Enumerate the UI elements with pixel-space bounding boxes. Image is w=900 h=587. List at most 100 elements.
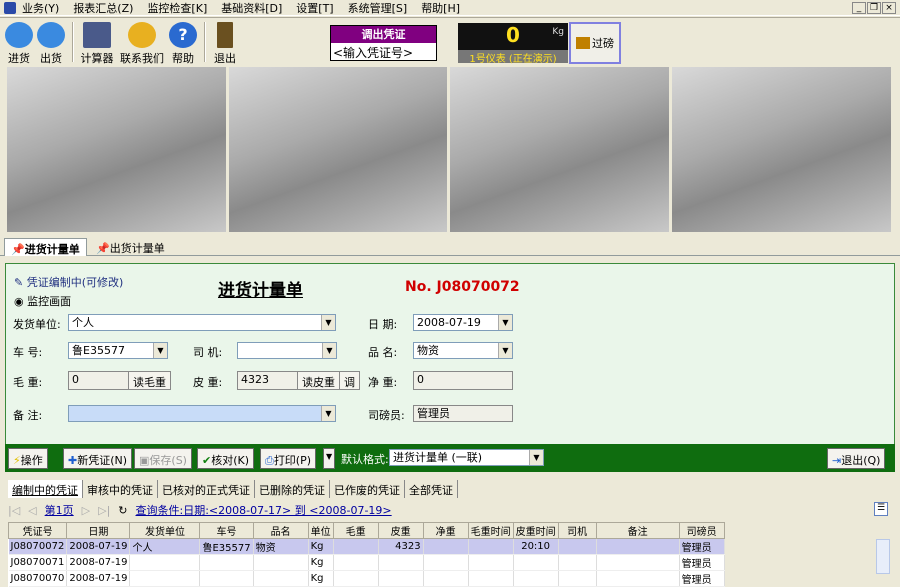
column-header[interactable]: 备注 — [595, 522, 680, 539]
exit-form-button[interactable]: ⇥退出(Q) — [827, 448, 886, 469]
table-scrollbar[interactable] — [876, 539, 890, 574]
table-cell: 鲁E35577 — [199, 538, 254, 555]
help-button[interactable]: ? 帮助 — [164, 22, 202, 66]
column-header[interactable]: 日期 — [66, 522, 131, 539]
monitor-link[interactable]: ◉ 监控画面 — [14, 293, 71, 309]
column-header[interactable]: 司机 — [557, 522, 597, 539]
print-button[interactable]: ⎙打印(P) — [260, 448, 317, 469]
calculator-button[interactable]: 计算器 — [77, 22, 117, 66]
menu-business[interactable]: 业务(Y) — [22, 0, 59, 16]
table-row[interactable]: J08070071 2008-07-19 Kg 管理员 — [8, 554, 725, 571]
supplier-select[interactable]: 个人 ▼ — [68, 314, 336, 331]
column-header[interactable]: 净重 — [422, 522, 469, 539]
tab-inbound-label: 进货计量单 — [24, 243, 80, 256]
exit-button[interactable]: 退出 — [206, 22, 244, 66]
table-header: 凭证号 日期 发货单位 车号 品名 单位 毛重 皮重 净重 毛重时间 皮重时间 司机 备注 司磅员 — [7, 522, 725, 539]
column-header[interactable]: 凭证号 — [7, 522, 68, 539]
tab-reviewing[interactable]: 审核中的凭证 — [83, 480, 158, 498]
tab-all[interactable]: 全部凭证 — [405, 480, 458, 498]
menu-system[interactable]: 系统管理[S] — [348, 0, 408, 16]
column-header[interactable]: 品名 — [252, 522, 309, 539]
camera-view-3[interactable] — [450, 67, 669, 232]
read-tare-button[interactable]: 读皮重 — [297, 371, 340, 390]
table-cell — [558, 554, 597, 571]
camera-view-1[interactable] — [7, 67, 226, 232]
close-button[interactable]: × — [882, 2, 896, 14]
table-cell — [513, 570, 559, 587]
table-cell: 2008-07-19 — [66, 554, 131, 571]
query-condition-link[interactable]: 查询条件:日期:<2008-07-17> 到 <2008-07-19> — [136, 502, 392, 518]
plate-label: 车 号: — [13, 346, 43, 359]
column-header[interactable]: 毛重 — [332, 522, 379, 539]
restore-button[interactable]: ❐ — [867, 2, 881, 14]
voucher-lookup-title: 调出凭证 — [331, 26, 436, 43]
new-voucher-label: 新凭证(N) — [77, 454, 128, 467]
tab-voided[interactable]: 已作废的凭证 — [330, 480, 405, 498]
voucher-number-input[interactable]: <输入凭证号> — [331, 43, 436, 62]
print-label: 打印(P) — [273, 454, 312, 467]
table-cell — [468, 538, 514, 555]
column-header[interactable]: 发货单位 — [129, 522, 201, 539]
format-value: 进货计量单 (一联) — [393, 451, 483, 464]
adjust-button[interactable]: 调 — [339, 371, 360, 390]
save-button[interactable]: ▣保存(S) — [134, 448, 192, 469]
table-cell: 20:10 — [513, 538, 559, 555]
table-cell — [596, 570, 680, 587]
first-page-icon[interactable]: |◁ — [8, 504, 20, 517]
tab-inbound[interactable]: 📌进货计量单 — [4, 238, 87, 256]
menu-basedata[interactable]: 基础资料[D] — [221, 0, 282, 16]
outbound-button[interactable]: 出货 — [32, 22, 70, 66]
column-chooser-icon[interactable]: ☰ — [874, 502, 888, 516]
column-header[interactable]: 司磅员 — [678, 522, 725, 539]
table-row[interactable]: J08070072 2008-07-19 个人 鲁E35577 物资 Kg 4323 20:1… — [8, 538, 725, 555]
exit-label: 退出 — [214, 52, 236, 65]
menu-help[interactable]: 帮助[H] — [421, 0, 460, 16]
page-indicator[interactable]: 第1页 — [45, 502, 74, 518]
verify-button[interactable]: ✔核对(K) — [197, 448, 255, 469]
menu-monitor[interactable]: 监控检查[K] — [147, 0, 207, 16]
column-header[interactable]: 毛重时间 — [467, 522, 514, 539]
contact-button[interactable]: 联系我们 — [119, 22, 165, 66]
plate-select[interactable]: 鲁E35577 ▼ — [68, 342, 168, 359]
chevron-down-icon: ▼ — [498, 343, 512, 358]
driver-select[interactable]: ▼ — [237, 342, 337, 359]
column-header[interactable]: 皮重 — [377, 522, 424, 539]
operate-button[interactable]: ⚡操作 — [8, 448, 48, 469]
note-input[interactable]: ▼ — [68, 405, 336, 422]
camera-view-2[interactable] — [229, 67, 447, 232]
minimize-button[interactable]: _ — [852, 2, 866, 14]
weigh-button[interactable]: 过磅 — [569, 22, 621, 64]
menu-settings[interactable]: 设置[T] — [296, 0, 333, 16]
scale-unit: Kg — [552, 27, 564, 37]
date-picker[interactable]: 2008-07-19 ▼ — [413, 314, 513, 331]
column-header[interactable]: 皮重时间 — [512, 522, 559, 539]
tab-verified[interactable]: 已核对的正式凭证 — [158, 480, 255, 498]
next-page-icon[interactable]: ▷ — [82, 504, 90, 517]
table-cell — [423, 554, 469, 571]
table-cell: 物资 — [253, 538, 309, 555]
table-cell — [129, 554, 201, 571]
chevron-down-icon: ▼ — [321, 315, 335, 330]
new-voucher-button[interactable]: ✚新凭证(N) — [63, 448, 133, 469]
table-cell — [468, 570, 514, 587]
contact-label: 联系我们 — [120, 52, 164, 65]
column-header[interactable]: 单位 — [307, 522, 334, 539]
last-page-icon[interactable]: ▷| — [98, 504, 110, 517]
tab-deleted[interactable]: 已删除的凭证 — [255, 480, 330, 498]
menu-reports[interactable]: 报表汇总(Z) — [73, 0, 133, 16]
product-select[interactable]: 物资 ▼ — [413, 342, 513, 359]
truck-icon — [576, 37, 590, 49]
camera-view-4[interactable] — [672, 67, 891, 232]
table-row[interactable]: J08070070 2008-07-19 Kg 管理员 — [8, 570, 725, 587]
read-gross-button[interactable]: 读毛重 — [128, 371, 171, 390]
tab-outbound[interactable]: 📌出货计量单 — [90, 238, 171, 256]
voucher-form: ✎ 凭证编制中(可修改) ◉ 监控画面 进货计量单 No. J08070072 … — [5, 263, 895, 445]
form-title: 进货计量单 — [218, 281, 303, 301]
plate-value: 鲁E35577 — [72, 344, 125, 357]
prev-page-icon[interactable]: ◁ — [28, 504, 36, 517]
format-select[interactable]: 进货计量单 (一联) ▼ — [389, 449, 544, 466]
column-header[interactable]: 车号 — [199, 522, 254, 539]
print-dropdown-button[interactable]: ▼ — [323, 448, 336, 469]
refresh-icon[interactable]: ↻ — [118, 504, 127, 517]
tab-editing[interactable]: 编制中的凭证 — [8, 480, 83, 498]
